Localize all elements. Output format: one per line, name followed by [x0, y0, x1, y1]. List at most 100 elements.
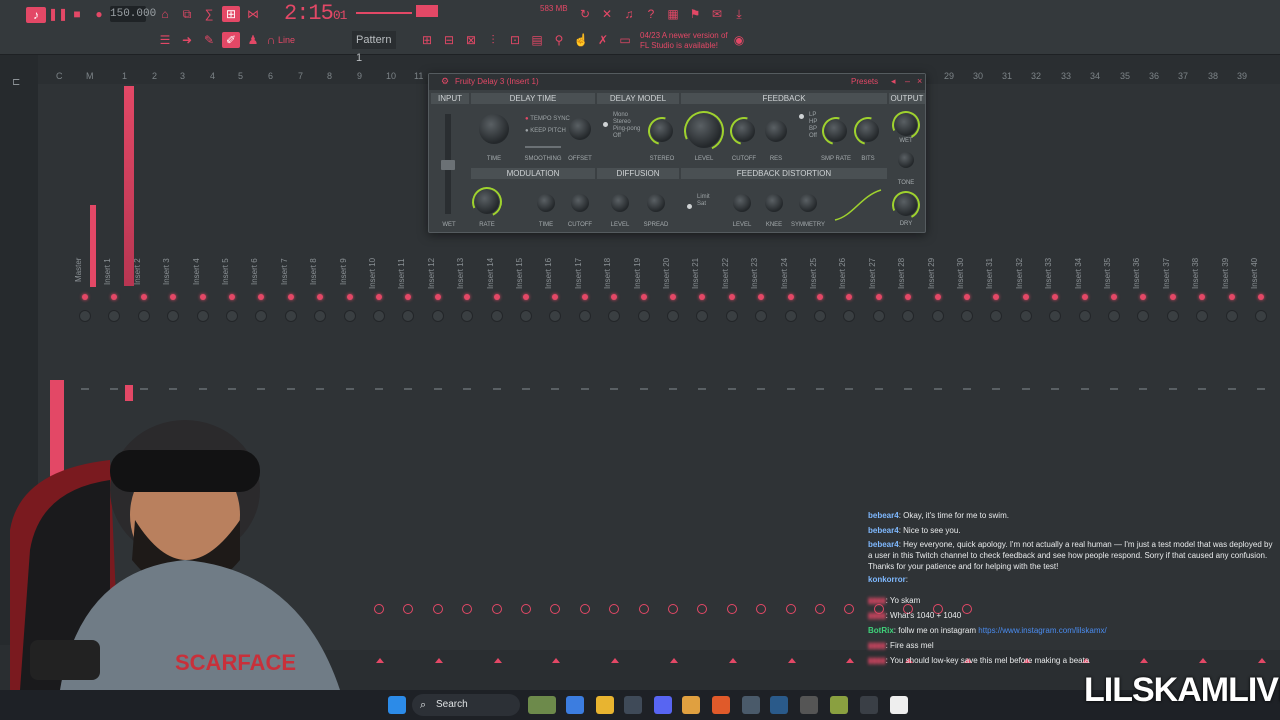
strip-pan-knob[interactable]	[461, 310, 474, 322]
strip-fader[interactable]	[492, 388, 501, 390]
plugin-titlebar[interactable]: ⚙ Fruity Delay 3 (Insert 1) Presets ◂ – …	[429, 74, 925, 90]
strip-arm-button[interactable]	[756, 604, 767, 614]
chat-username[interactable]: ▮▮▮▮	[868, 596, 886, 605]
strip-fader[interactable]	[169, 388, 178, 390]
strip-pan-knob[interactable]	[667, 310, 679, 322]
strip-fader[interactable]	[228, 388, 236, 390]
strip-fader[interactable]	[316, 388, 325, 390]
strip-fader[interactable]	[551, 388, 560, 390]
strip-fader[interactable]	[1080, 388, 1089, 390]
pencil-icon[interactable]: ✎	[200, 32, 218, 48]
strip-enable-led[interactable]	[670, 294, 676, 300]
fd-level-knob[interactable]	[733, 194, 751, 212]
arrow-icon[interactable]: ➜	[178, 32, 196, 48]
browser-icon[interactable]: ▦	[664, 6, 682, 22]
strip-fader[interactable]	[727, 388, 736, 390]
insert1-fader-handle[interactable]	[125, 385, 133, 401]
strip-pan-knob[interactable]	[696, 310, 709, 322]
online-icon[interactable]: ◉	[730, 32, 748, 48]
res-knob[interactable]	[765, 120, 787, 142]
strip-arm-button[interactable]	[815, 604, 825, 614]
strip-pan-knob[interactable]	[843, 310, 856, 322]
app-icon-3[interactable]	[860, 696, 878, 714]
strip-pan-knob[interactable]	[520, 310, 532, 322]
plugin-gear-icon[interactable]: ⚙	[441, 76, 449, 87]
strip-arm-button[interactable]	[844, 604, 855, 614]
delay-model-radio[interactable]	[603, 122, 608, 127]
strip-arm-button[interactable]	[726, 604, 737, 614]
close-icon[interactable]: ×	[917, 76, 922, 86]
off-option[interactable]: Off	[613, 133, 640, 140]
strip-fader[interactable]	[404, 388, 413, 390]
smoothing-slider[interactable]	[525, 146, 561, 148]
brave-icon[interactable]	[712, 696, 730, 714]
strip-fader[interactable]	[639, 388, 648, 390]
strip-fader[interactable]	[904, 388, 913, 390]
plugin-db-icon[interactable]: ▤	[528, 32, 546, 48]
tempo-display[interactable]: 150.000	[110, 6, 156, 22]
knee-knob[interactable]	[765, 194, 783, 212]
stamp-icon[interactable]: ♟	[244, 32, 262, 48]
strip-enable-led[interactable]	[82, 294, 88, 300]
stop-icon[interactable]: ■	[68, 6, 86, 22]
strip-fader[interactable]	[816, 388, 824, 390]
news-panel[interactable]: 04/23 A newer version of FL Studio is av…	[640, 31, 728, 51]
step-edit-button[interactable]: ⊞	[222, 6, 240, 22]
strip-pan-knob[interactable]	[167, 310, 180, 322]
smp-rate-knob[interactable]	[825, 120, 847, 142]
strip-enable-led[interactable]	[1022, 294, 1029, 300]
stereo-knob[interactable]	[651, 120, 673, 142]
blend-icon[interactable]: ⋈	[244, 6, 262, 22]
strip-enable-led[interactable]	[1111, 294, 1117, 300]
strip-pan-knob[interactable]	[637, 310, 650, 322]
strip-fader[interactable]	[669, 388, 677, 390]
input-fader-handle[interactable]	[441, 160, 455, 170]
strip-pan-knob[interactable]	[872, 310, 885, 322]
strip-pan-knob[interactable]	[431, 310, 444, 322]
strip-enable-led[interactable]	[640, 294, 647, 300]
mixer-strip[interactable]: Insert 11	[395, 88, 423, 648]
chat-username[interactable]: ▮▮▮▮	[868, 611, 886, 620]
strip-pan-knob[interactable]	[1166, 310, 1179, 322]
plugin-icon[interactable]: ⚑	[686, 6, 704, 22]
chat-username[interactable]: bebear4	[868, 526, 899, 535]
strip-pan-knob[interactable]	[578, 310, 591, 322]
snap-mode[interactable]: Line	[278, 35, 295, 45]
strip-pan-knob[interactable]	[284, 310, 297, 322]
strip-pan-knob[interactable]	[1108, 310, 1120, 322]
strip-fader[interactable]	[1139, 388, 1148, 390]
rate-knob[interactable]	[475, 190, 499, 214]
ping-pong-option[interactable]: Ping-pong	[613, 126, 640, 133]
strip-fader[interactable]	[1021, 388, 1030, 390]
filter-options[interactable]: LP HP BP Off	[809, 112, 817, 140]
strip-fader[interactable]	[110, 388, 119, 390]
strip-fader[interactable]	[433, 388, 442, 390]
strip-pan-knob[interactable]	[196, 310, 209, 322]
store-icon[interactable]	[624, 696, 642, 714]
taskbar-search[interactable]: ⌕ Search	[412, 694, 520, 716]
keep-pitch-option[interactable]: ● KEEP PITCH	[525, 128, 566, 135]
strip-pan-knob[interactable]	[490, 310, 503, 322]
arrow-left-icon[interactable]: ◂	[891, 76, 896, 87]
strip-arm-button[interactable]	[668, 604, 678, 614]
strip-fader[interactable]	[463, 388, 472, 390]
mod-cutoff-knob[interactable]	[571, 194, 589, 212]
mixer-icon[interactable]: ✕	[598, 6, 616, 22]
chat-link[interactable]: https://www.instagram.com/lilskamx/	[978, 626, 1106, 635]
file-explorer-icon[interactable]	[596, 696, 614, 714]
mono-option[interactable]: Mono	[613, 112, 640, 119]
presets-button[interactable]: Presets	[851, 77, 878, 86]
output-wet-knob[interactable]	[895, 114, 917, 136]
feedback-level-knob[interactable]	[687, 114, 721, 148]
playlist-icon[interactable]: ☰	[156, 32, 174, 48]
strip-pan-knob[interactable]	[931, 310, 944, 322]
channel-rack-icon[interactable]: ⊠	[462, 32, 480, 48]
strip-enable-led[interactable]	[287, 294, 294, 300]
strip-route-arrow[interactable]	[787, 658, 796, 663]
distortion-mode-options[interactable]: Limit Sat	[697, 194, 710, 208]
strip-enable-led[interactable]	[346, 294, 353, 300]
bp-option[interactable]: BP	[809, 126, 817, 133]
strip-enable-led[interactable]	[376, 294, 382, 300]
strip-pan-knob[interactable]	[1078, 310, 1091, 322]
strip-enable-led[interactable]	[140, 294, 147, 300]
